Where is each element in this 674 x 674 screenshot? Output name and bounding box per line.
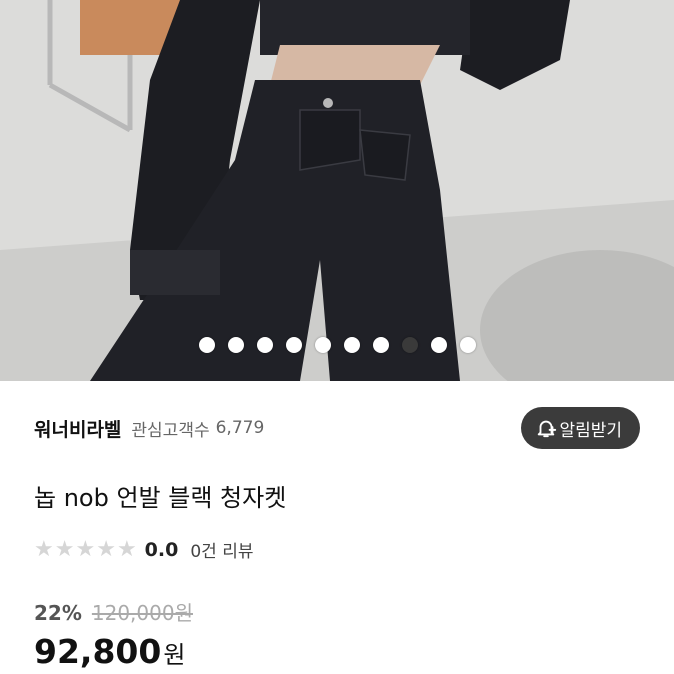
carousel-dot[interactable] [198, 337, 215, 353]
sale-price: 92,800 [34, 632, 162, 671]
discount-row: 22% 120,000원 [34, 597, 193, 626]
price-row: 92,800 원 [34, 632, 185, 671]
discount-rate: 22% [34, 601, 82, 625]
carousel-dot[interactable] [256, 337, 273, 353]
carousel-dot[interactable] [401, 337, 418, 353]
currency-unit: 원 [163, 641, 186, 669]
carousel-dot[interactable] [227, 337, 244, 353]
review-count[interactable]: 0건 리뷰 [190, 537, 253, 562]
carousel-indicator [0, 337, 674, 355]
star-icon: ★ [116, 536, 137, 562]
star-icon: ★ [54, 536, 75, 562]
star-rating: ★ ★ ★ ★ ★ [34, 536, 137, 562]
alarm-button-label: 알림받기 [559, 420, 622, 441]
seller-row: 워너비라벨 관심고객수 6,779 알림받기 [34, 405, 640, 451]
product-title: 놉 nob 언발 블랙 청자켓 [34, 484, 287, 512]
alarm-button[interactable]: 알림받기 [521, 407, 640, 449]
star-icon: ★ [75, 536, 96, 562]
product-photo [0, 0, 674, 381]
carousel-dot[interactable] [459, 337, 476, 353]
seller-name[interactable]: 워너비라벨 [34, 415, 121, 442]
rating-value: 0.0 [144, 538, 179, 561]
carousel-dot[interactable] [314, 337, 331, 353]
carousel-dot[interactable] [343, 337, 360, 353]
rating-row[interactable]: ★ ★ ★ ★ ★ 0.0 0건 리뷰 [34, 537, 253, 562]
follower-count: 6,779 [215, 418, 265, 438]
star-icon: ★ [34, 536, 54, 562]
carousel-dot[interactable] [430, 337, 447, 353]
carousel-dot[interactable] [372, 337, 389, 353]
star-icon: ★ [96, 536, 116, 562]
product-image[interactable] [0, 0, 674, 381]
bell-plus-icon [535, 417, 557, 439]
original-price: 120,000원 [91, 601, 193, 625]
carousel-dot[interactable] [285, 337, 302, 353]
follower-label: 관심고객수 [131, 420, 210, 441]
